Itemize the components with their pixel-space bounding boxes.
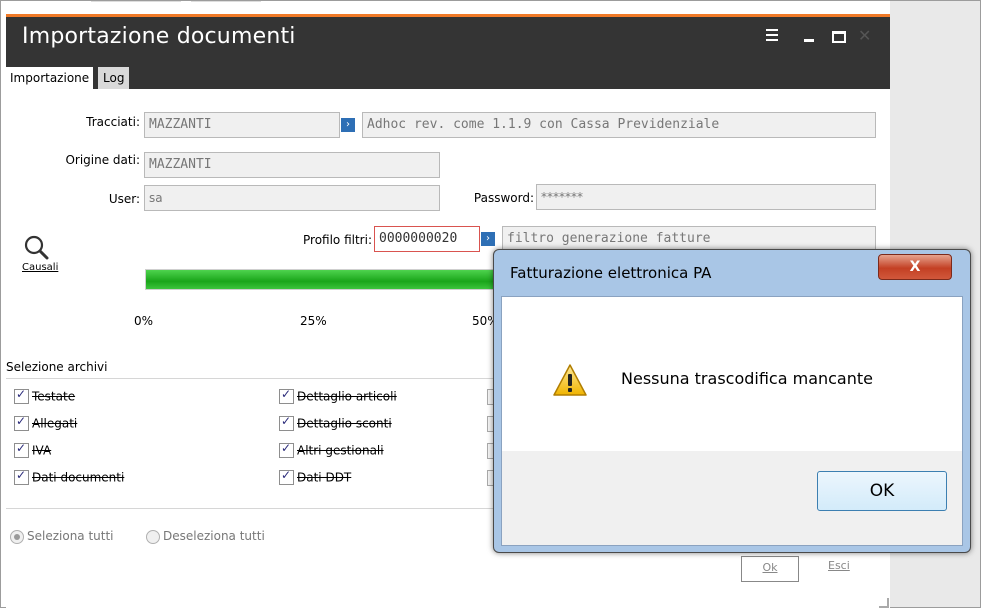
radio-icon[interactable]: [146, 529, 160, 544]
checkbox-icon[interactable]: [14, 468, 29, 485]
message-dialog: Fatturazione elettronica PA X Nessuna tr…: [493, 249, 971, 553]
progress-tick-0: 0%: [134, 314, 154, 328]
password-label: Password:: [473, 191, 534, 205]
progress-tick-25: 25%: [300, 314, 327, 328]
checkbox-dati-ddt[interactable]: Dati DDT: [279, 468, 351, 485]
title-bar[interactable]: Importazione documenti ✕: [6, 17, 890, 62]
checkbox-dati-documenti[interactable]: Dati documenti: [14, 468, 124, 485]
user-field[interactable]: sa: [144, 185, 440, 211]
close-icon[interactable]: ✕: [858, 26, 871, 45]
origine-dati-label: Origine dati:: [65, 153, 140, 167]
tracciati-label: Tracciati:: [86, 115, 140, 129]
selezione-archivi-title: Selezione archivi: [6, 360, 108, 374]
tab-log[interactable]: Log: [98, 67, 130, 89]
esci-button[interactable]: Esci: [828, 559, 850, 572]
resize-grip-icon[interactable]: [879, 598, 889, 608]
user-label: User:: [108, 192, 140, 206]
causali-button[interactable]: Causali: [22, 262, 58, 273]
radio-deseleziona-tutti[interactable]: Deseleziona tutti: [146, 529, 265, 544]
menu-icon[interactable]: [766, 29, 778, 41]
profilo-filtri-field[interactable]: 0000000020: [374, 226, 480, 252]
tab-bar: Importazione Log: [6, 62, 890, 89]
background-window-edge: [1, 1, 890, 15]
profilo-filtri-label: Profilo filtri:: [303, 233, 372, 247]
checkbox-icon[interactable]: [279, 387, 294, 404]
maximize-icon[interactable]: [832, 31, 846, 43]
minimize-icon[interactable]: [804, 39, 814, 42]
checkbox-testate[interactable]: Testate: [14, 387, 75, 404]
checkbox-dettaglio-sconti[interactable]: Dettaglio sconti: [279, 414, 392, 431]
password-field[interactable]: *******: [536, 184, 876, 210]
checkbox-icon[interactable]: [14, 387, 29, 404]
checkbox-icon[interactable]: [279, 441, 294, 458]
dialog-message: Nessuna trascodifica mancante: [621, 369, 873, 388]
dialog-title: Fatturazione elettronica PA: [510, 264, 712, 282]
dialog-body: Nessuna trascodifica mancante OK: [501, 296, 963, 546]
tracciati-field[interactable]: MAZZANTI: [144, 112, 340, 138]
checkbox-icon[interactable]: [279, 414, 294, 431]
checkbox-allegati[interactable]: Allegati: [14, 414, 77, 431]
checkbox-altri-gestionali[interactable]: Altri gestionali: [279, 441, 384, 458]
checkbox-iva[interactable]: IVA: [14, 441, 51, 458]
checkbox-icon[interactable]: [14, 441, 29, 458]
warning-icon: [552, 363, 588, 397]
dialog-ok-button[interactable]: OK: [817, 471, 947, 511]
ok-button[interactable]: Ok: [741, 556, 799, 582]
tracciati-description-field: Adhoc rev. come 1.1.9 con Cassa Previden…: [362, 112, 876, 138]
radio-seleziona-tutti[interactable]: Seleziona tutti: [10, 529, 114, 544]
dialog-close-button[interactable]: X: [878, 254, 952, 280]
window-title: Importazione documenti: [22, 24, 296, 49]
checkbox-dettaglio-articoli[interactable]: Dettaglio articoli: [279, 387, 397, 404]
profilo-lookup-arrow-icon[interactable]: ›: [481, 232, 495, 246]
checkbox-icon[interactable]: [14, 414, 29, 431]
tracciati-lookup-arrow-icon[interactable]: ›: [341, 118, 355, 132]
radio-icon[interactable]: [10, 529, 24, 544]
tab-importazione[interactable]: Importazione: [6, 67, 94, 89]
origine-dati-field[interactable]: MAZZANTI: [144, 152, 440, 178]
checkbox-icon[interactable]: [279, 468, 294, 485]
